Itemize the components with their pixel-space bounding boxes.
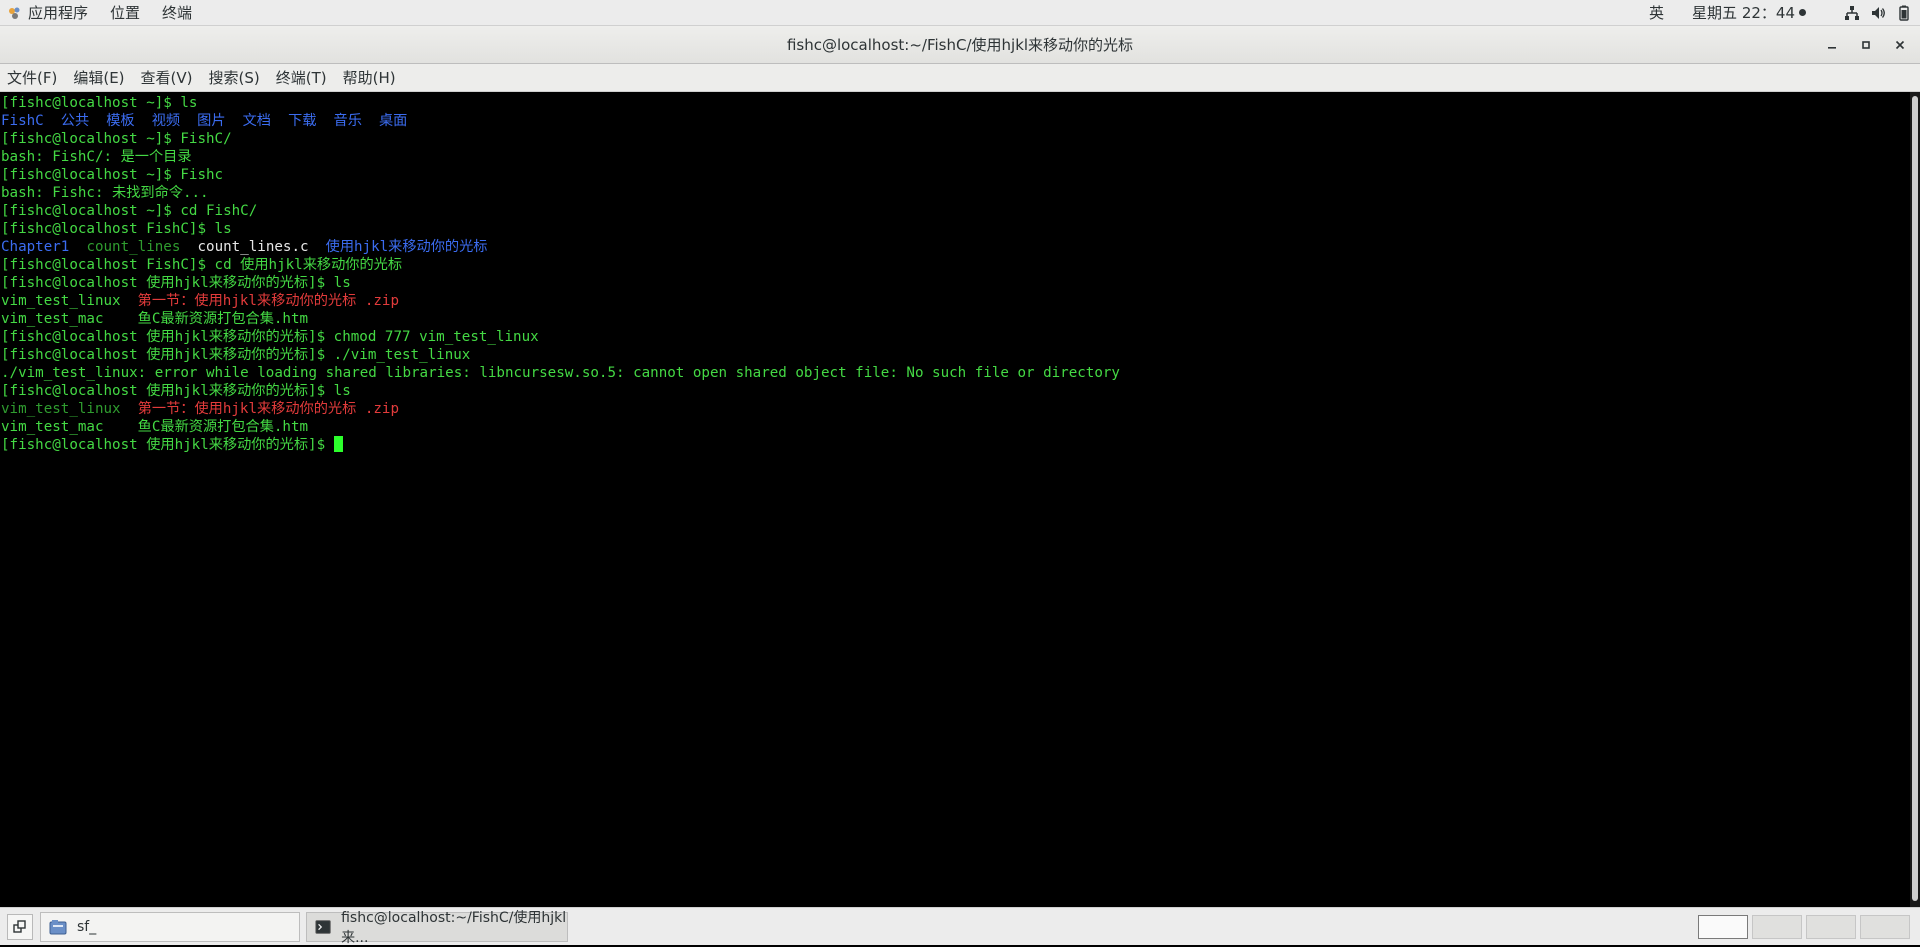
terminal-line: [fishc@localhost FishC]$ ls bbox=[0, 220, 1910, 238]
terminal-line: [fishc@localhost 使用hjkl来移动你的光标]$ bbox=[0, 436, 1910, 454]
menu-search[interactable]: 搜索(S) bbox=[209, 67, 260, 88]
input-method-indicator[interactable]: 英 bbox=[1649, 2, 1664, 23]
clock-text: 星期五 22：44 bbox=[1692, 4, 1795, 22]
show-desktop-icon bbox=[13, 919, 26, 933]
places-label: 位置 bbox=[110, 4, 141, 22]
terminal-line: vim_test_linux 第一节：使用hjkl来移动你的光标 .zip bbox=[0, 292, 1910, 310]
terminal-line: [fishc@localhost ~]$ FishC/ bbox=[0, 130, 1910, 148]
terminal-text: [fishc@localhost FishC]$ cd 使用hjkl来移动你的光… bbox=[1, 257, 403, 273]
terminal-line: Chapter1 count_lines count_lines.c 使用hjk… bbox=[0, 238, 1910, 256]
terminal-app-label: 终端 bbox=[162, 4, 193, 22]
maximize-icon bbox=[1862, 41, 1870, 49]
terminal-line: [fishc@localhost ~]$ cd FishC/ bbox=[0, 202, 1910, 220]
volume-icon[interactable] bbox=[1870, 5, 1886, 21]
terminal-line: [fishc@localhost 使用hjkl来移动你的光标]$ ./vim_t… bbox=[0, 346, 1910, 364]
folder-icon bbox=[49, 919, 67, 934]
terminal-text: [fishc@localhost 使用hjkl来移动你的光标]$ ls bbox=[1, 383, 351, 399]
terminal-text: [fishc@localhost 使用hjkl来移动你的光标]$ bbox=[1, 437, 334, 453]
menu-help[interactable]: 帮助(H) bbox=[343, 67, 396, 88]
terminal-text: vim_test_mac 鱼C最新资源打包合集.htm bbox=[1, 311, 309, 327]
terminal-line: bash: Fishc: 未找到命令... bbox=[0, 184, 1910, 202]
notification-dot bbox=[1799, 9, 1806, 16]
workspace-3[interactable] bbox=[1806, 914, 1856, 939]
terminal-cursor bbox=[333, 436, 343, 452]
menu-view[interactable]: 查看(V) bbox=[141, 67, 193, 88]
terminal-text: count_lines.c bbox=[197, 239, 309, 255]
clock[interactable]: 星期五 22：44 bbox=[1692, 2, 1806, 23]
terminal-icon bbox=[315, 919, 331, 934]
terminal-text: [fishc@localhost ~]$ ls bbox=[1, 95, 198, 111]
terminal-text: bash: Fishc: 未找到命令... bbox=[1, 185, 209, 201]
terminal-scrollbar[interactable] bbox=[1910, 92, 1920, 907]
taskbar-item-terminal[interactable]: fishc@localhost:~/FishC/使用hjkl来... bbox=[306, 910, 568, 946]
applications-icon bbox=[9, 7, 20, 19]
show-desktop-button[interactable] bbox=[7, 913, 33, 940]
workspace-4[interactable] bbox=[1860, 914, 1910, 939]
workspace-1[interactable] bbox=[1698, 914, 1748, 939]
terminal-line: FishC 公共 模板 视频 图片 文档 下载 音乐 桌面 bbox=[0, 112, 1910, 130]
terminal-text: 第一节：使用hjkl来移动你的光标 .zip bbox=[137, 293, 399, 309]
maximize-button[interactable] bbox=[1854, 33, 1878, 57]
close-button[interactable] bbox=[1888, 33, 1912, 57]
window-titlebar[interactable]: fishc@localhost:~/FishC/使用hjkl来移动你的光标 bbox=[0, 26, 1920, 64]
terminal-line: [fishc@localhost 使用hjkl来移动你的光标]$ chmod 7… bbox=[0, 328, 1910, 346]
terminal-text: 使用hjkl来移动你的光标 bbox=[325, 239, 488, 255]
terminal-text: [fishc@localhost 使用hjkl来移动你的光标]$ ./vim_t… bbox=[1, 347, 471, 363]
window-list-panel: sf_ fishc@localhost:~/FishC/使用hjkl来... bbox=[0, 907, 1920, 946]
minimize-button[interactable] bbox=[1820, 33, 1844, 57]
terminal-line: [fishc@localhost ~]$ Fishc bbox=[0, 166, 1910, 184]
terminal-text: [fishc@localhost 使用hjkl来移动你的光标]$ ls bbox=[1, 275, 351, 291]
terminal-text: FishC 公共 模板 视频 图片 文档 下载 音乐 桌面 bbox=[1, 113, 408, 129]
top-panel: 应用程序 位置 终端 英 星期五 22：44 bbox=[0, 0, 1920, 26]
terminal-line: vim_test_mac 鱼C最新资源打包合集.htm bbox=[0, 310, 1910, 328]
terminal-text: [fishc@localhost ~]$ cd FishC/ bbox=[1, 203, 258, 219]
menu-bar: 文件(F) 编辑(E) 查看(V) 搜索(S) 终端(T) 帮助(H) bbox=[0, 64, 1920, 92]
terminal-text: [fishc@localhost FishC]$ ls bbox=[1, 221, 232, 237]
terminal-line: ./vim_test_linux: error while loading sh… bbox=[0, 364, 1910, 382]
terminal-line: vim_test_mac 鱼C最新资源打包合集.htm bbox=[0, 418, 1910, 436]
terminal-line: bash: FishC/: 是一个目录 bbox=[0, 148, 1910, 166]
terminal-text: vim_test_linux bbox=[1, 401, 121, 417]
terminal-text: vim_test_mac 鱼C最新资源打包合集.htm bbox=[1, 419, 309, 435]
menu-edit[interactable]: 编辑(E) bbox=[73, 67, 124, 88]
terminal-text: [fishc@localhost ~]$ FishC/ bbox=[1, 131, 232, 147]
terminal-text: 第一节：使用hjkl来移动你的光标 .zip bbox=[137, 401, 400, 417]
terminal-text: [fishc@localhost 使用hjkl来移动你的光标]$ chmod 7… bbox=[1, 329, 539, 345]
terminal-line: [fishc@localhost ~]$ ls bbox=[0, 94, 1910, 112]
terminal-line: vim_test_linux 第一节：使用hjkl来移动你的光标 .zip bbox=[0, 400, 1910, 418]
workspace-2[interactable] bbox=[1752, 914, 1802, 939]
menu-terminal[interactable]: 终端(T) bbox=[276, 67, 327, 88]
places-menu[interactable]: 位置 bbox=[110, 2, 140, 23]
close-icon bbox=[1895, 40, 1905, 50]
taskbar-item-label: sf_ bbox=[77, 918, 97, 935]
taskbar-item-sf[interactable]: sf_ bbox=[40, 911, 300, 942]
terminal-text: vim_test_linux bbox=[1, 293, 138, 309]
workspace-switcher bbox=[1694, 914, 1910, 939]
terminal-text: count_lines bbox=[86, 239, 181, 255]
terminal-line: [fishc@localhost 使用hjkl来移动你的光标]$ ls bbox=[0, 274, 1910, 292]
taskbar-item-label: fishc@localhost:~/FishC/使用hjkl来... bbox=[341, 909, 567, 946]
terminal-text: [fishc@localhost ~]$ Fishc bbox=[1, 167, 224, 183]
terminal-text: Chapter1 bbox=[1, 239, 70, 255]
menu-file[interactable]: 文件(F) bbox=[7, 67, 57, 88]
terminal-line: [fishc@localhost FishC]$ cd 使用hjkl来移动你的光… bbox=[0, 256, 1910, 274]
terminal-line: [fishc@localhost 使用hjkl来移动你的光标]$ ls bbox=[0, 382, 1910, 400]
terminal-output[interactable]: [fishc@localhost ~]$ ls FishC 公共 模板 视频 图片… bbox=[0, 92, 1910, 907]
applications-menu[interactable]: 应用程序 bbox=[8, 2, 88, 23]
applications-label: 应用程序 bbox=[28, 4, 89, 22]
terminal-text: bash: FishC/: 是一个目录 bbox=[1, 149, 192, 165]
terminal-app-menu[interactable]: 终端 bbox=[162, 2, 192, 23]
minimize-icon bbox=[1828, 47, 1836, 49]
network-icon[interactable] bbox=[1844, 5, 1860, 21]
window-title: fishc@localhost:~/FishC/使用hjkl来移动你的光标 bbox=[786, 36, 1134, 54]
terminal-text: ./vim_test_linux: error while loading sh… bbox=[1, 365, 1120, 381]
battery-icon[interactable] bbox=[1896, 5, 1912, 21]
scrollbar-thumb[interactable] bbox=[1912, 96, 1918, 901]
